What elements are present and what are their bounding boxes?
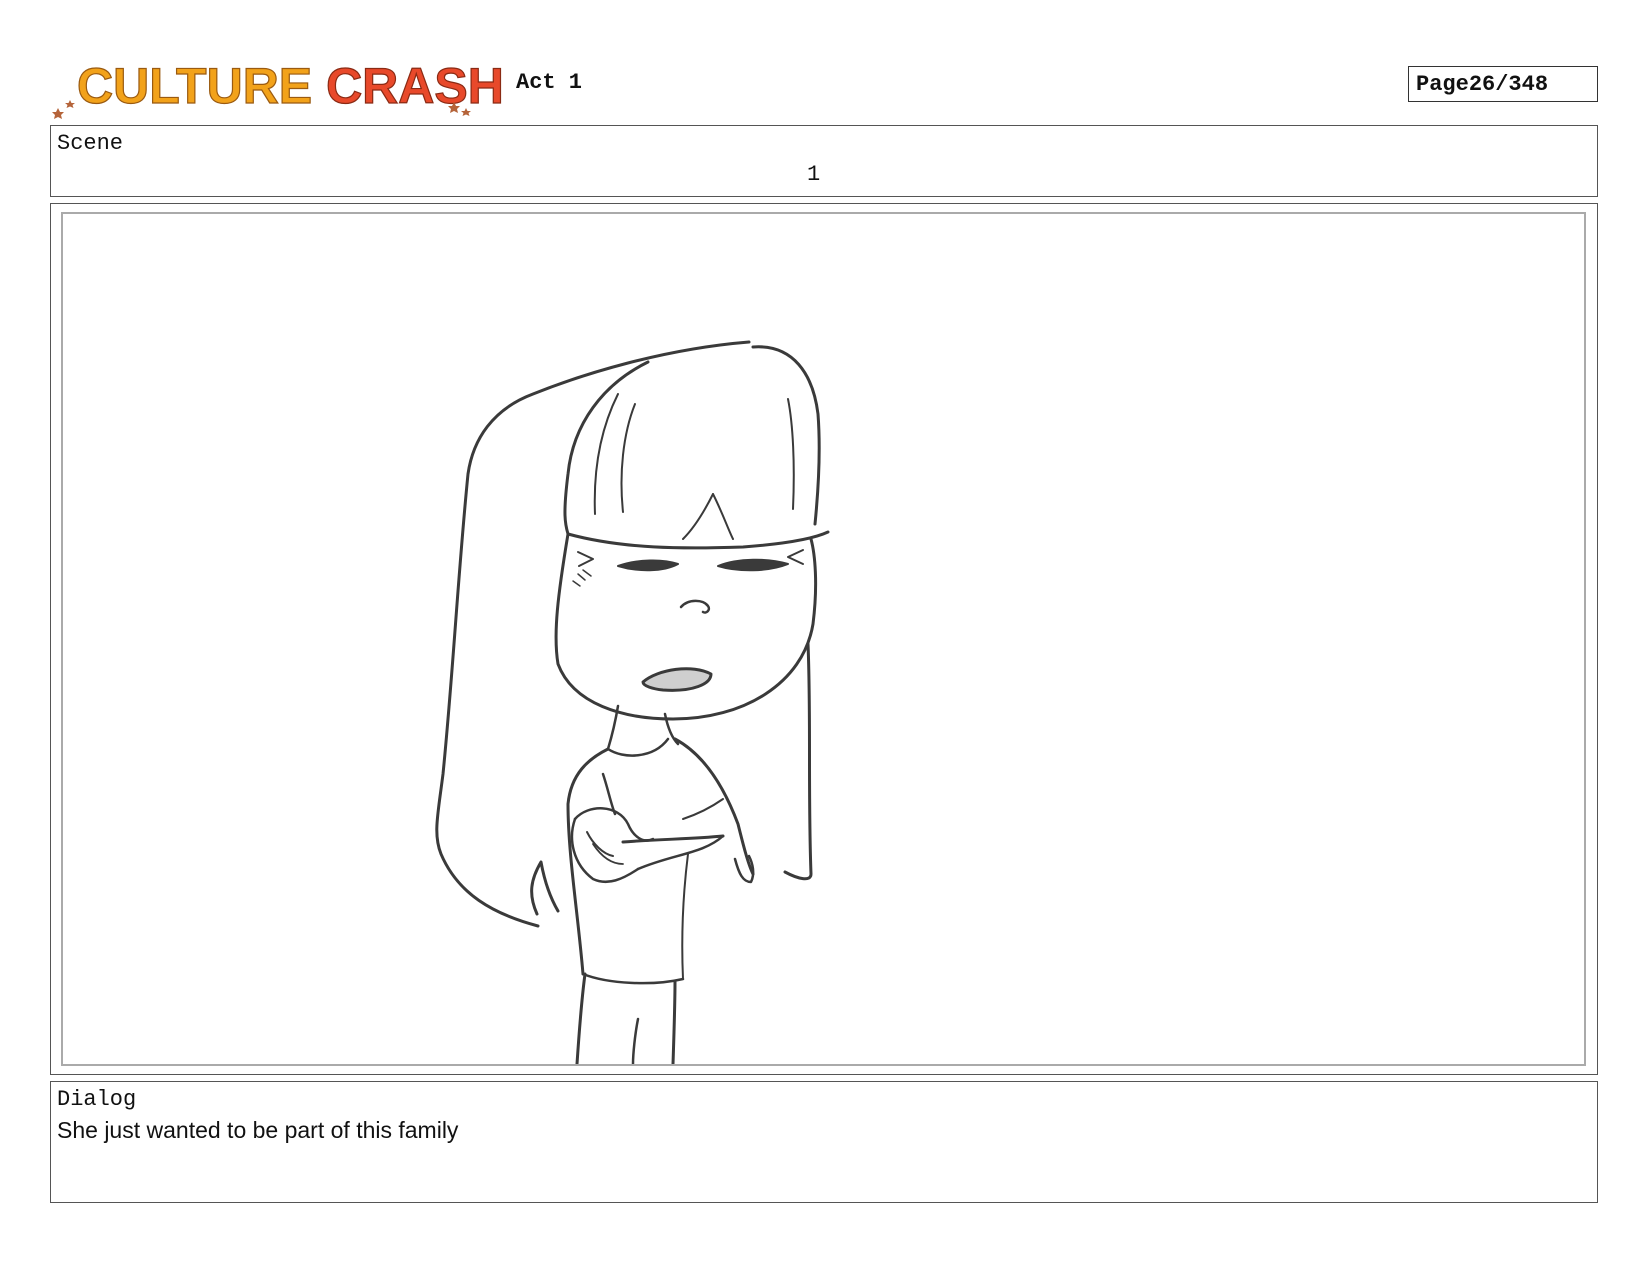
logo-text: CULTURE CRASH	[77, 58, 502, 114]
act-label: Act 1	[516, 70, 583, 95]
logo-graphic: CULTURE CRASH	[52, 57, 502, 119]
culture-crash-logo: CULTURE CRASH	[52, 50, 502, 120]
sketch-girl-arms-crossed	[435, 340, 830, 1064]
scene-box: Scene 1	[50, 125, 1598, 197]
dialog-box: Dialog She just wanted to be part of thi…	[50, 1081, 1598, 1203]
logo-stars-left	[52, 100, 75, 119]
page-label: Page	[1416, 71, 1469, 97]
storyboard-panel	[50, 203, 1598, 1075]
panel-frame	[61, 212, 1586, 1066]
dialog-text: She just wanted to be part of this famil…	[57, 1117, 459, 1143]
scene-label: Scene	[57, 131, 124, 156]
page-number: 26/348	[1468, 71, 1549, 97]
dialog-label: Dialog	[57, 1087, 137, 1112]
scene-number: 1	[807, 162, 821, 187]
page-indicator: Page 26/348	[1408, 66, 1598, 102]
